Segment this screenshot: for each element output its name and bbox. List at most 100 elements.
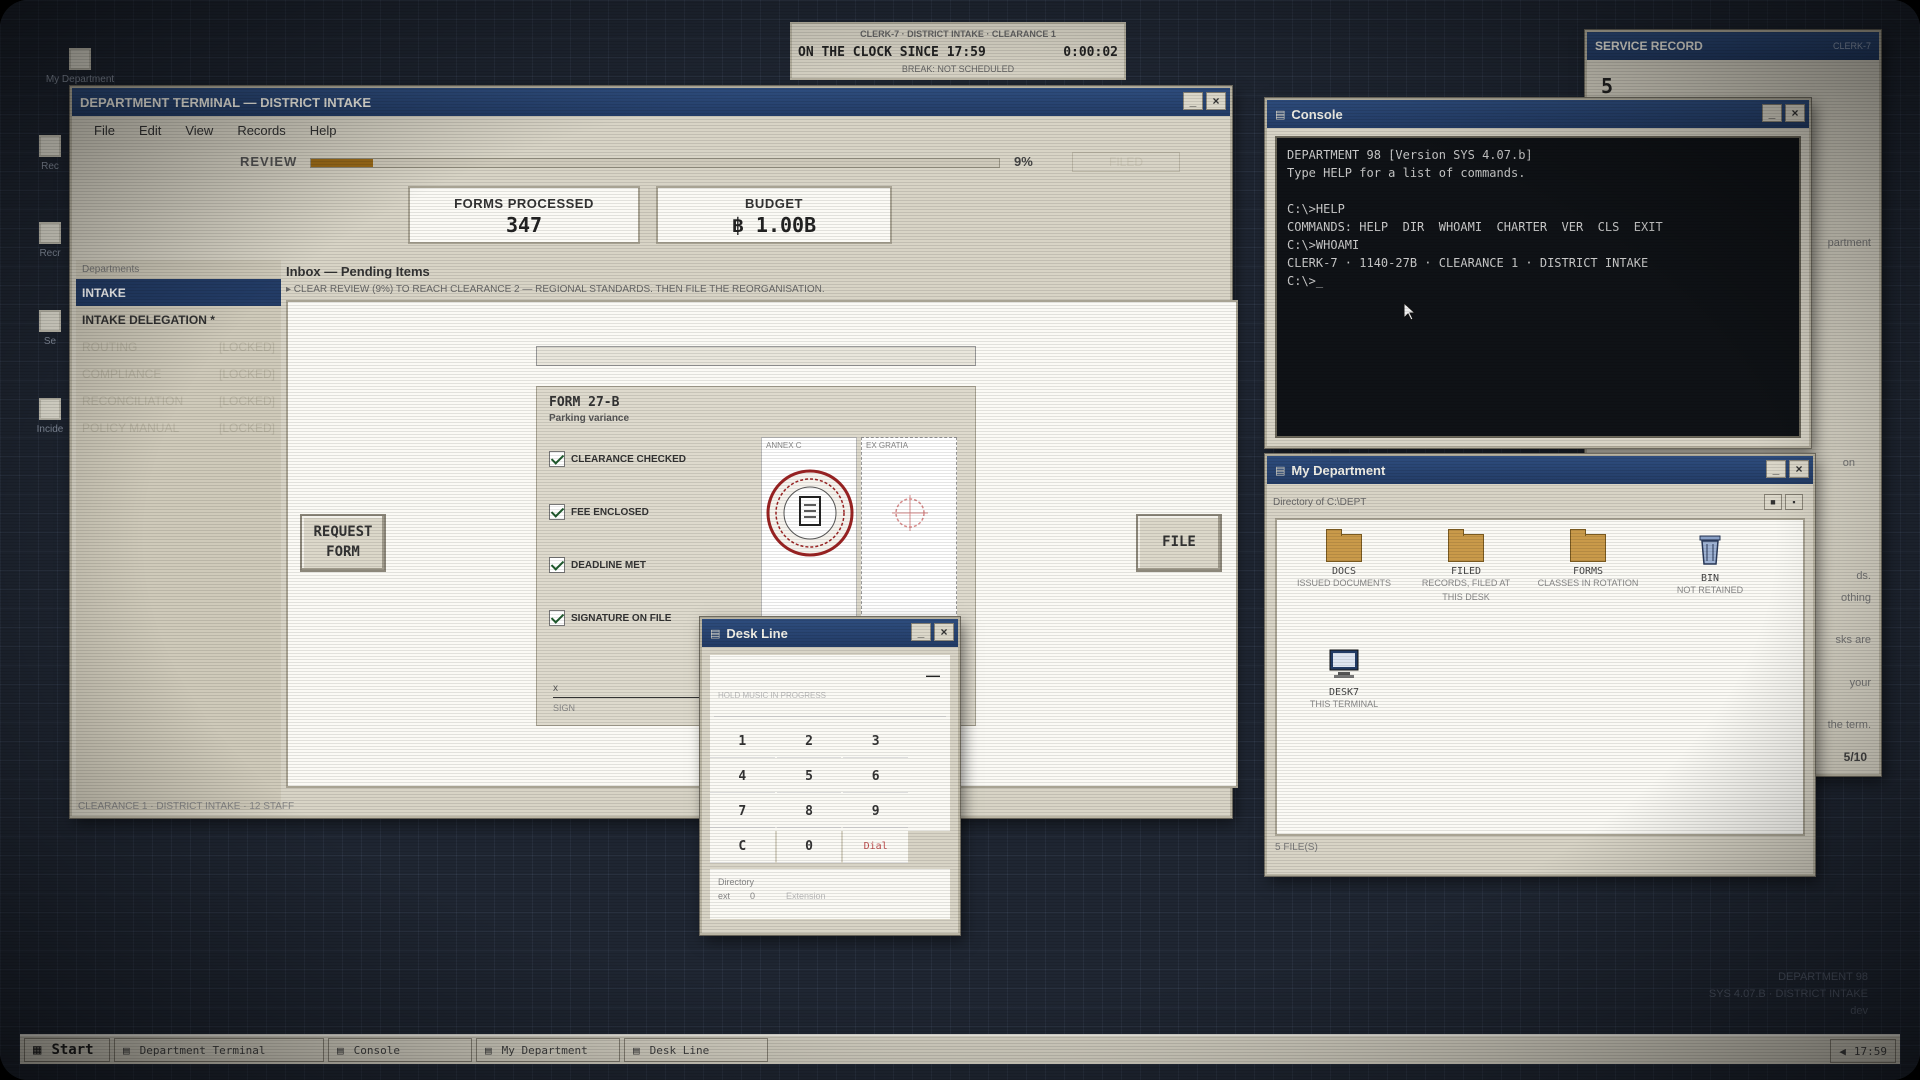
review-percent: 9% — [1014, 154, 1033, 169]
computer-icon — [1329, 649, 1359, 678]
window-icon: ▤ — [337, 1043, 344, 1057]
review-progress-row: REVIEW 9% FILED — [72, 150, 1230, 174]
key-5[interactable]: 5 — [776, 760, 842, 793]
menu-edit[interactable]: Edit — [127, 123, 173, 138]
close-button[interactable]: × — [1206, 92, 1226, 110]
computer-icon — [69, 48, 91, 70]
filed-button[interactable]: FILED — [1072, 152, 1180, 172]
sidebar-item-intake-delegation[interactable]: INTAKE DELEGATION * — [76, 306, 281, 333]
service-record-fragment: othing — [1841, 592, 1871, 604]
annex-label: ANNEX C — [766, 441, 802, 450]
check-deadline[interactable]: DEADLINE MET — [549, 557, 646, 573]
close-button[interactable]: × — [1785, 104, 1805, 122]
check-clearance[interactable]: CLEARANCE CHECKED — [549, 451, 686, 467]
close-button[interactable]: × — [1789, 460, 1809, 478]
file-docs[interactable]: DOCS ISSUED DOCUMENTS — [1289, 529, 1399, 591]
file-desk7[interactable]: DESK7 THIS TERMINAL — [1289, 648, 1399, 712]
desktop-icon-records[interactable]: Rec — [30, 135, 70, 172]
key-2[interactable]: 2 — [776, 725, 842, 758]
request-form-button[interactable]: REQUEST FORM — [300, 514, 386, 572]
view-list-button[interactable]: ▪ — [1785, 494, 1803, 510]
my-department-window[interactable]: ▤ My Department _ × Directory of C:\DEPT… — [1265, 454, 1815, 876]
menu-view[interactable]: View — [173, 123, 225, 138]
checkbox-checked[interactable] — [549, 451, 565, 467]
sidebar-item-label: POLICY MANUAL — [82, 420, 180, 435]
key-6[interactable]: 6 — [843, 760, 908, 793]
service-record-titlebar: SERVICE RECORD CLERK-7 — [1587, 32, 1879, 60]
sidebar-item-intake[interactable]: INTAKE — [76, 279, 281, 306]
sidebar-item-label: COMPLIANCE — [82, 366, 162, 381]
task-console[interactable]: ▤ Console — [328, 1038, 472, 1062]
shift-clock: CLERK-7 · DISTRICT INTAKE · CLEARANCE 1 … — [790, 22, 1126, 80]
directory-bar: Directory of C:\DEPT ■ ▪ — [1273, 492, 1807, 512]
window-icon: ▤ — [633, 1043, 640, 1057]
key-3[interactable]: 3 — [843, 725, 908, 758]
service-record-score: 5/10 — [1843, 750, 1867, 764]
close-button[interactable]: × — [934, 623, 954, 641]
checkbox-checked[interactable] — [549, 610, 565, 626]
departments-sidebar: Departments INTAKE INTAKE DELEGATION * R… — [76, 260, 281, 810]
minimize-button[interactable]: _ — [911, 623, 931, 641]
key-7[interactable]: 7 — [710, 795, 775, 828]
file-button[interactable]: FILE — [1136, 514, 1222, 572]
console-line: C:\>HELP — [1287, 202, 1345, 216]
file-filed[interactable]: FILED RECORDS, FILED AT THIS DESK — [1411, 529, 1521, 604]
key-clear[interactable]: C — [710, 830, 775, 863]
desktop-icon-label: My Department — [45, 74, 115, 85]
minimize-button[interactable]: _ — [1766, 460, 1786, 478]
start-button[interactable]: ▦ Start — [24, 1038, 110, 1062]
view-icons-button[interactable]: ■ — [1764, 494, 1782, 510]
clock-elapsed: 0:00:02 — [1063, 45, 1118, 60]
desktop-icon-settings[interactable]: Se — [30, 310, 70, 347]
console-output[interactable]: DEPARTMENT 98 [Version SYS 4.07.b] Type H… — [1275, 136, 1801, 438]
task-my-department[interactable]: ▤ My Department — [476, 1038, 620, 1062]
menu-help[interactable]: Help — [298, 123, 349, 138]
directory-ext-value: 0 — [750, 891, 756, 901]
desktop-icon-my-department[interactable]: My Department — [45, 48, 115, 85]
key-4[interactable]: 4 — [710, 760, 775, 793]
checkbox-checked[interactable] — [549, 504, 565, 520]
check-signature[interactable]: SIGNATURE ON FILE — [549, 610, 671, 626]
menu-bar: File Edit View Records Help — [72, 116, 1230, 144]
file-forms[interactable]: FORMS CLASSES IN ROTATION — [1533, 529, 1643, 591]
ex-gratia-slot[interactable]: EX GRATIA — [861, 437, 957, 619]
checkbox-checked[interactable] — [549, 557, 565, 573]
annex-c-slot[interactable]: ANNEX C — [761, 437, 857, 619]
desktop-icon-recruitment[interactable]: Recr — [30, 222, 70, 259]
key-0[interactable]: 0 — [776, 830, 842, 863]
file-name: DOCS — [1331, 566, 1357, 577]
menu-records[interactable]: Records — [225, 123, 297, 138]
task-department-terminal[interactable]: ▤ Department Terminal — [114, 1038, 324, 1062]
file-bin[interactable]: BIN NOT RETAINED — [1655, 534, 1765, 598]
minimize-button[interactable]: _ — [1762, 104, 1782, 122]
extension-input[interactable]: Extension — [786, 891, 826, 901]
dial-button[interactable]: Dial — [843, 830, 908, 863]
sidebar-item-policy-manual: POLICY MANUAL [LOCKED] — [76, 414, 281, 441]
check-fee[interactable]: FEE ENCLOSED — [549, 504, 649, 520]
signature-line[interactable] — [553, 697, 723, 698]
taskbar: ▦ Start ▤ Department Terminal ▤ Console … — [20, 1034, 1900, 1064]
window-icon: ▤ — [485, 1043, 492, 1057]
department-terminal-window[interactable]: DEPARTMENT TERMINAL — DISTRICT INTAKE _ … — [70, 86, 1238, 818]
sidebar-item-label: ROUTING — [82, 339, 138, 354]
speaker-icon[interactable]: ◀ — [1839, 1045, 1846, 1058]
console-prompt[interactable]: C:\>_ — [1287, 272, 1789, 290]
desktop-icon-incidents[interactable]: Incide — [30, 398, 70, 435]
minimize-button[interactable]: _ — [1183, 92, 1203, 110]
file-name: DESK7 — [1328, 687, 1360, 698]
key-9[interactable]: 9 — [843, 795, 908, 828]
key-8[interactable]: 8 — [776, 795, 842, 828]
task-label: My Department — [501, 1043, 588, 1057]
desk-line-window[interactable]: ▤ Desk Line _ × — HOLD MUSIC IN PROGRESS… — [700, 617, 960, 935]
display-hint: HOLD MUSIC IN PROGRESS — [718, 691, 827, 700]
file-desc: NOT RETAINED — [1676, 585, 1744, 595]
console-window[interactable]: ▤ Console _ × DEPARTMENT 98 [Version SYS… — [1265, 98, 1811, 448]
menu-file[interactable]: File — [82, 123, 127, 138]
console-line: DEPARTMENT 98 [Version SYS 4.07.b] — [1287, 148, 1533, 162]
key-1[interactable]: 1 — [710, 725, 775, 758]
my-department-titlebar: ▤ My Department _ × — [1267, 456, 1813, 484]
task-desk-line[interactable]: ▤ Desk Line — [624, 1038, 768, 1062]
watermark-line: DEPARTMENT 98 — [1778, 971, 1868, 983]
start-label: Start — [51, 1042, 94, 1058]
